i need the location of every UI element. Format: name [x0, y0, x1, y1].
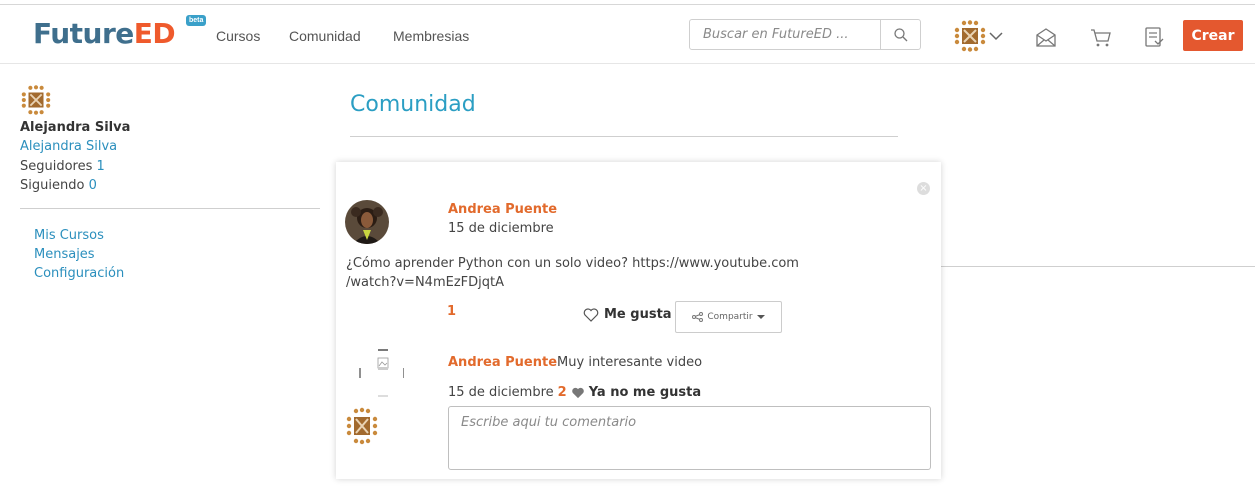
sidebar-item-mensajes[interactable]: Mensajes: [34, 247, 95, 262]
unlike-button[interactable]: Ya no me gusta: [589, 385, 701, 400]
sidebar-item-configuracion[interactable]: Configuración: [34, 266, 124, 281]
sidebar-following[interactable]: Siguiendo 0: [20, 178, 97, 193]
beta-badge: beta: [186, 15, 207, 26]
post-text-line2[interactable]: /watch?v=N4mEzFDjqtA: [346, 273, 816, 292]
search-box: [689, 19, 921, 50]
share-button[interactable]: Compartir: [675, 301, 782, 333]
current-user-avatar: [346, 407, 378, 445]
post-date: 15 de diciembre: [448, 221, 554, 236]
post-author-avatar[interactable]: [345, 200, 389, 244]
heart-outline-icon: [583, 307, 599, 322]
futureed-logo[interactable]: FutureED beta: [33, 15, 207, 50]
nav-comunidad[interactable]: Comunidad: [289, 28, 361, 44]
like-label: Me gusta: [604, 307, 672, 322]
share-label: Compartir: [707, 312, 753, 322]
comment-author-name[interactable]: Andrea Puente: [448, 355, 557, 370]
sidebar-item-mis-cursos[interactable]: Mis Cursos: [34, 228, 104, 243]
user-menu[interactable]: [954, 20, 1003, 52]
page-title: Comunidad: [350, 92, 476, 117]
feed-divider: [902, 266, 1255, 267]
search-icon: [893, 27, 907, 41]
sidebar-avatar[interactable]: [21, 85, 51, 115]
cart-icon[interactable]: [1090, 26, 1112, 48]
comment-input[interactable]: [448, 406, 931, 470]
post-card: × Andrea Puente 15 de diciembre ¿Cómo ap…: [336, 162, 941, 479]
comment-like-count: 2: [557, 385, 567, 400]
nav-cursos[interactable]: Cursos: [216, 28, 260, 44]
following-count[interactable]: 0: [89, 178, 97, 193]
post-author-name[interactable]: Andrea Puente: [448, 202, 557, 217]
logo-text-main: Future: [33, 17, 134, 50]
search-button[interactable]: [880, 20, 920, 49]
user-avatar-icon: [954, 20, 986, 52]
followers-count[interactable]: 1: [97, 159, 105, 174]
search-input[interactable]: [690, 20, 880, 49]
sidebar-user-name: Alejandra Silva: [20, 120, 131, 135]
nav-membresias[interactable]: Membresias: [393, 28, 469, 44]
like-button[interactable]: Me gusta: [583, 307, 672, 322]
certificate-icon[interactable]: [1143, 26, 1165, 48]
navbar-top-border: [0, 4, 1255, 5]
title-divider: [350, 136, 898, 137]
sidebar-username-link[interactable]: Alejandra Silva: [20, 139, 117, 154]
sidebar-followers[interactable]: Seguidores 1: [20, 159, 105, 174]
top-navbar: FutureED beta Cursos Comunidad Membresia…: [0, 0, 1255, 64]
sidebar-divider: [20, 208, 320, 209]
following-label: Siguiendo: [20, 178, 85, 193]
caret-down-icon: [756, 315, 765, 319]
comment-author-avatar[interactable]: [358, 348, 404, 398]
broken-image-icon: [377, 357, 389, 370]
create-button[interactable]: Crear: [1183, 20, 1243, 51]
post-like-count: 1: [447, 304, 457, 319]
heart-filled-icon[interactable]: [571, 387, 585, 399]
post-text-line1[interactable]: ¿Cómo aprender Python con un solo video?…: [346, 254, 816, 273]
comment-text: Muy interesante video: [557, 355, 703, 370]
comment-date: 15 de diciembre: [448, 385, 554, 400]
followers-label: Seguidores: [20, 159, 93, 174]
comment-body: Andrea PuenteMuy interesante video: [448, 355, 702, 370]
close-icon[interactable]: ×: [917, 182, 930, 195]
post-text: ¿Cómo aprender Python con un solo video?…: [346, 254, 816, 292]
comment-meta: 15 de diciembre 2 Ya no me gusta: [448, 385, 701, 400]
share-icon: [692, 312, 704, 322]
envelope-icon[interactable]: [1035, 26, 1057, 48]
chevron-down-icon: [989, 32, 1003, 41]
logo-text-accent: ED: [133, 17, 176, 50]
